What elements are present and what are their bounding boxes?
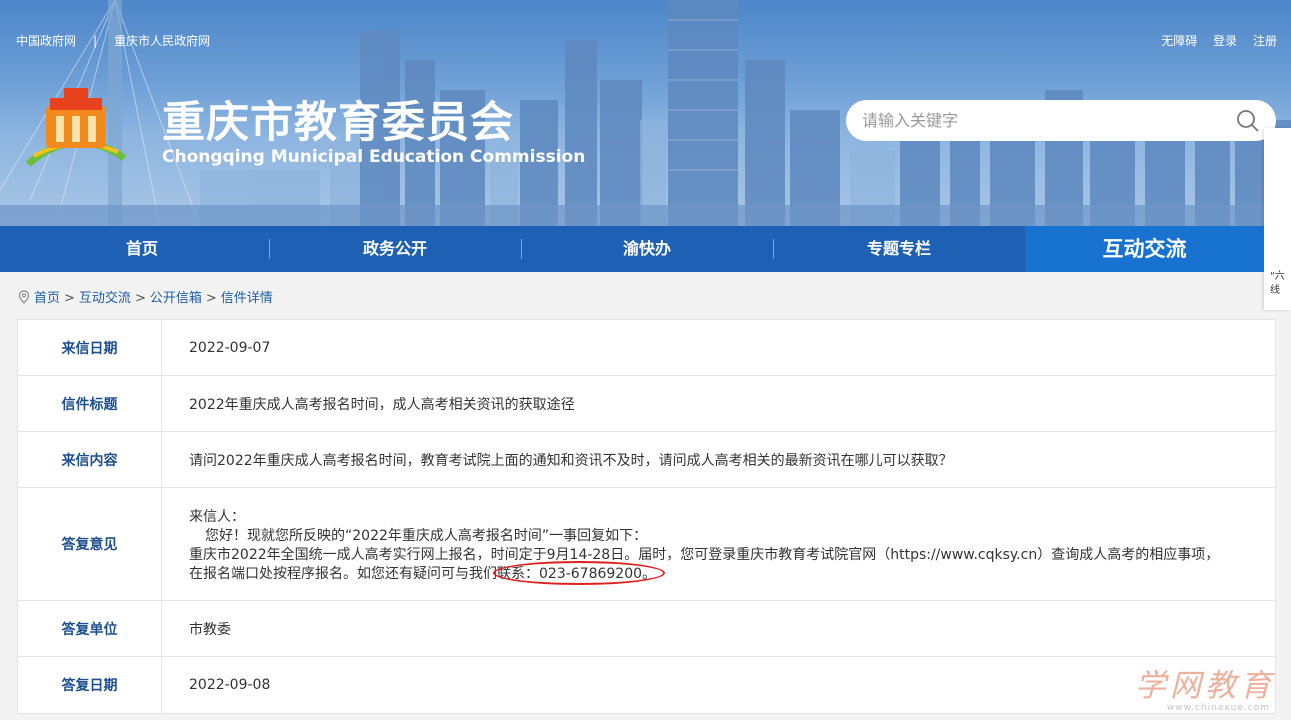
commission-logo (25, 88, 126, 167)
breadcrumb-separator: > (64, 291, 75, 306)
row-reply-opinion: 答复意见 来信人： 您好！现就您所反映的“2022年重庆成人高考报名时间”一事回… (18, 488, 1275, 601)
row-letter-content: 来信内容 请问2022年重庆成人高考报名时间，教育考试院上面的通知和资讯不及时，… (18, 432, 1275, 488)
separator: | (93, 34, 98, 48)
floating-side-panel[interactable]: "六 线 (1264, 128, 1291, 310)
row-letter-date: 来信日期 2022-09-07 (18, 320, 1275, 376)
reply-date-label: 答复日期 (18, 657, 162, 713)
nav-item-gov-affairs[interactable]: 政务公开 (269, 226, 521, 272)
accessibility-link[interactable]: 无障碍 (1161, 34, 1197, 48)
reply-opinion-value: 来信人： 您好！现就您所反映的“2022年重庆成人高考报名时间”一事回复如下： … (162, 488, 1275, 600)
watermark-text: 学网教育 (1135, 668, 1275, 704)
reply-line: 您好！现就您所反映的“2022年重庆成人高考报名时间”一事回复如下： (205, 528, 648, 544)
breadcrumb: 首页 > 互动交流 > 公开信箱 > 信件详情 (18, 287, 273, 306)
login-link[interactable]: 登录 (1213, 34, 1237, 48)
letter-date-value: 2022-09-07 (189, 339, 271, 356)
letter-subject-label: 信件标题 (18, 376, 162, 431)
reply-line: 重庆市2022年全国统一成人高考实行网上报名，时间定于9月14-28日。届时，您… (189, 547, 1220, 563)
letter-content-label: 来信内容 (18, 432, 162, 487)
reply-unit-label: 答复单位 (18, 601, 162, 656)
row-reply-date: 答复日期 2022-09-08 (18, 657, 1275, 713)
search-input[interactable] (862, 106, 1222, 135)
top-links: 中国政府网 | 重庆市人民政府网 (16, 32, 210, 49)
location-pin-icon (18, 290, 30, 304)
breadcrumb-separator: > (134, 291, 146, 306)
side-panel-text: "六 线 (1270, 271, 1285, 296)
letter-date-label: 来信日期 (18, 320, 162, 375)
reply-date-value: 2022-09-08 (189, 677, 271, 693)
watermark: 学网教育 www.chinaxue.com (1135, 660, 1280, 713)
search-box (846, 100, 1276, 141)
site-title: 重庆市教育委员会 (162, 98, 514, 148)
breadcrumb-home[interactable]: 首页 (34, 291, 60, 306)
reply-line: 在报名端口处按程序报名。如您还有疑问可与我们联系：023-67869200。 (189, 566, 657, 582)
letter-subject-value: 2022年重庆成人高考报名时间，成人高考相关资讯的获取途径 (189, 396, 575, 413)
nav-item-special-topics[interactable]: 专题专栏 (773, 226, 1025, 272)
main-nav: 首页 政务公开 渝快办 专题专栏 互动交流 (0, 226, 1264, 272)
register-link[interactable]: 注册 (1253, 34, 1277, 48)
letter-content-value: 请问2022年重庆成人高考报名时间，教育考试院上面的通知和资讯不及时，请问成人高… (189, 452, 953, 469)
breadcrumb-letter-detail[interactable]: 信件详情 (221, 291, 273, 306)
nav-item-interaction[interactable]: 互动交流 (1025, 226, 1264, 272)
row-reply-unit: 答复单位 市教委 (18, 601, 1275, 657)
letter-detail-table: 来信日期 2022-09-07 信件标题 2022年重庆成人高考报名时间，成人高… (17, 319, 1276, 714)
breadcrumb-interaction[interactable]: 互动交流 (79, 291, 131, 306)
row-letter-subject: 信件标题 2022年重庆成人高考报名时间，成人高考相关资讯的获取途径 (18, 376, 1275, 432)
breadcrumb-mailbox[interactable]: 公开信箱 (150, 291, 202, 306)
site-subtitle: Chongqing Municipal Education Commission (162, 147, 586, 167)
nav-item-yukuaiban[interactable]: 渝快办 (521, 226, 773, 272)
header-banner: 中国政府网 | 重庆市人民政府网 无障碍 登录 注册 重庆市教育委员会 Chongq… (0, 0, 1291, 226)
link-cq-gov[interactable]: 重庆市人民政府网 (114, 34, 210, 48)
nav-item-home[interactable]: 首页 (16, 226, 268, 272)
link-gov-cn[interactable]: 中国政府网 (16, 34, 76, 48)
reply-opinion-label: 答复意见 (18, 488, 162, 600)
user-links: 无障碍 登录 注册 (1149, 32, 1277, 49)
reply-line: 来信人： (189, 509, 245, 525)
reply-unit-value: 市教委 (189, 621, 231, 638)
search-icon[interactable] (1236, 109, 1260, 133)
breadcrumb-separator: > (205, 291, 217, 306)
